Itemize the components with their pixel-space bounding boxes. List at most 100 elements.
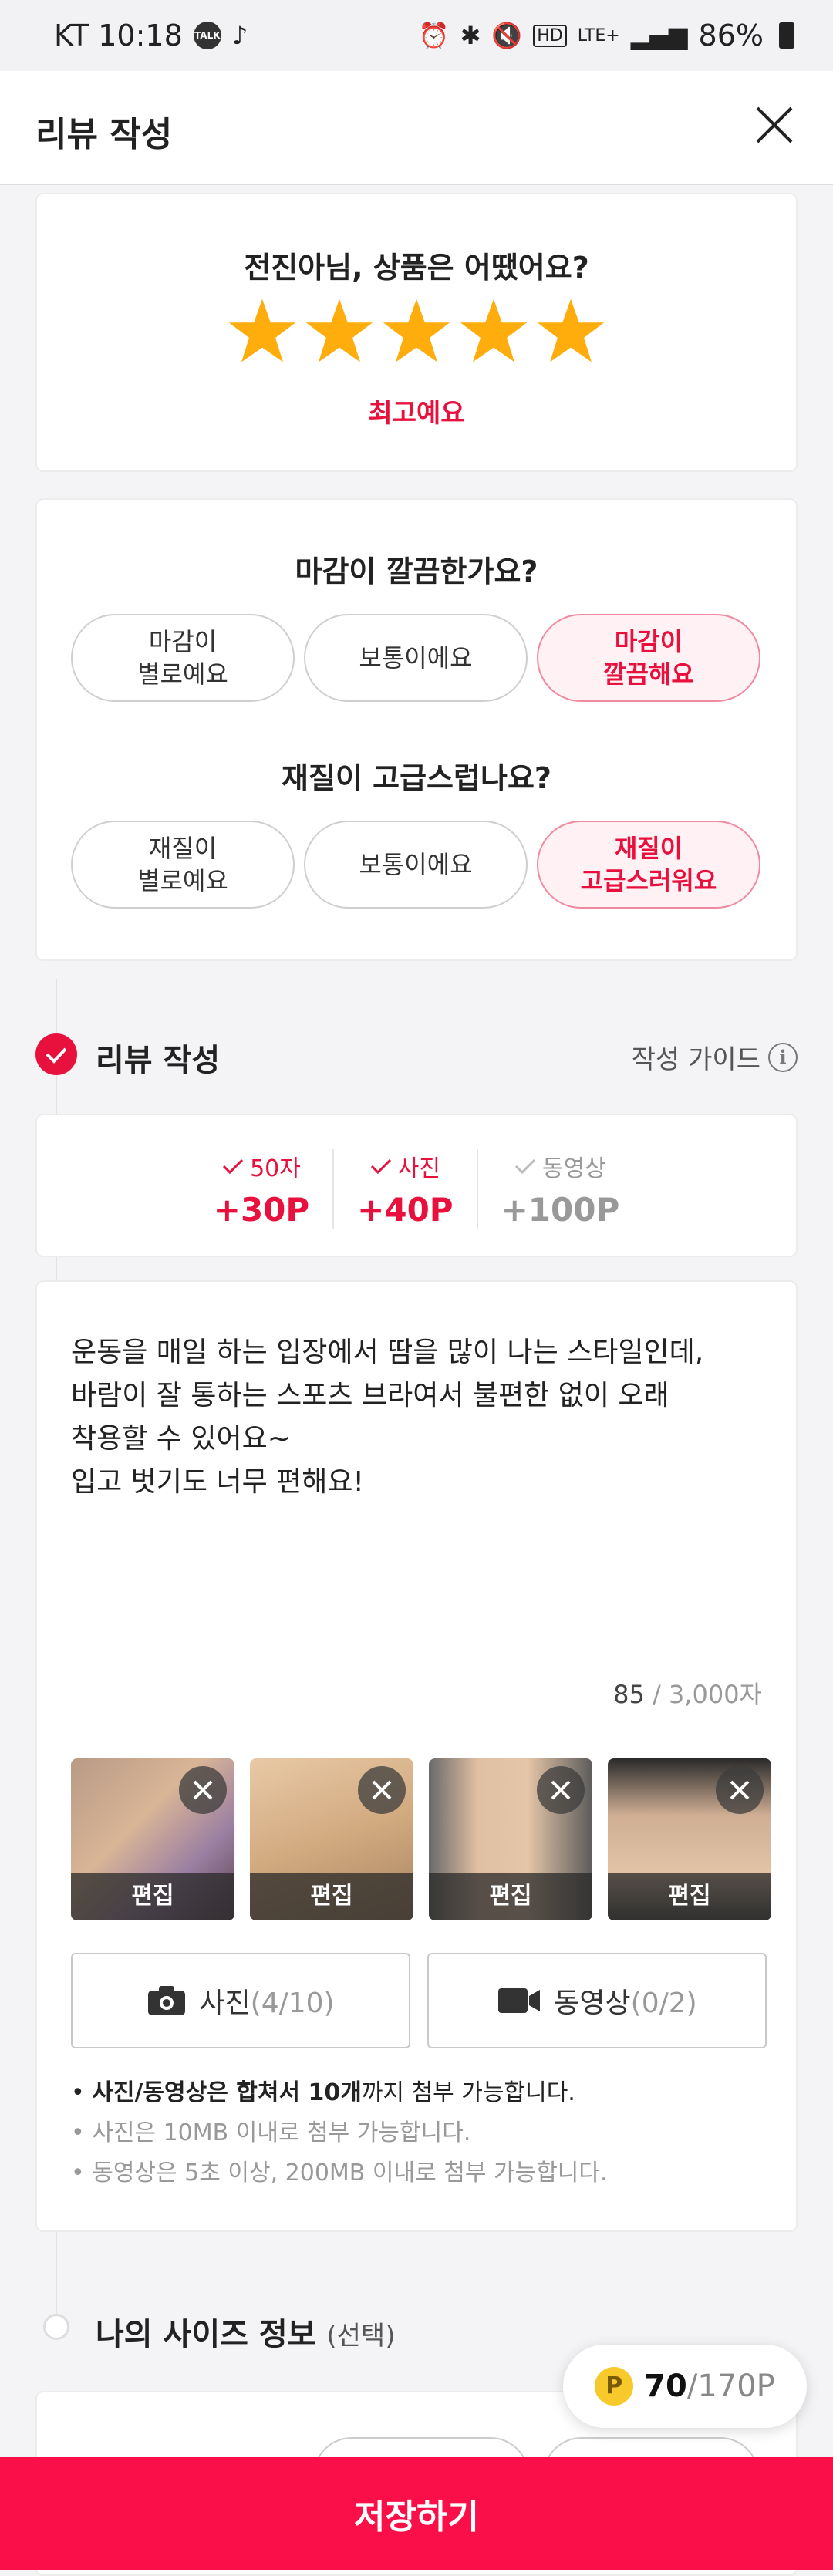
section-check-icon	[35, 1033, 77, 1075]
size-section-title: 나의 사이즈 정보	[96, 2317, 316, 2352]
note-line-1-bold: 사진/동영상은 합쳐서 10개	[92, 2079, 362, 2106]
delete-photo-button[interactable]	[537, 1766, 585, 1814]
delete-photo-button[interactable]	[716, 1766, 764, 1814]
material-options: 재질이 별로예요 보통이에요 재질이 고급스러워요	[71, 821, 760, 909]
close-icon	[730, 1780, 750, 1800]
review-write-card: 운동을 매일 하는 입장에서 땀을 많이 나는 스타일인데, 바람이 잘 통하는…	[35, 1280, 798, 2232]
signal-icon: ▂▄▆	[630, 21, 688, 50]
finish-options: 마감이 별로예요 보통이에요 마감이 깔끔해요	[71, 614, 760, 702]
battery-icon	[779, 22, 794, 49]
photo-thumbnail[interactable]: 편집	[429, 1758, 592, 1920]
battery-percent: 86%	[698, 19, 764, 52]
photo-thumbnail[interactable]: 편집	[608, 1758, 771, 1920]
info-icon: i	[768, 1042, 798, 1072]
status-bar: KT 10:18 TALK ♪ ⏰ ✱ 🔇 HD LTE+ ▂▄▆ 86%	[0, 0, 833, 71]
reward-points: +40P	[357, 1191, 454, 1229]
reward-photo: 사진 +40P	[332, 1149, 476, 1229]
points-coin-icon: P	[595, 2367, 634, 2406]
star-icon[interactable]	[228, 296, 297, 366]
hd-icon: HD	[533, 24, 567, 47]
close-icon	[551, 1780, 571, 1800]
reward-video: 동영상 +100P	[476, 1149, 643, 1229]
writing-guide-label: 작성 가이드	[631, 1044, 760, 1075]
media-buttons: 사진(4/10) 동영상(0/2)	[71, 1953, 767, 2048]
delete-photo-button[interactable]	[179, 1766, 227, 1814]
delete-photo-button[interactable]	[358, 1766, 406, 1814]
writing-guide-link[interactable]: 작성 가이드 i	[632, 1038, 798, 1076]
note-line-1-rest: 까지 첨부 가능합니다.	[361, 2079, 575, 2106]
material-option-good[interactable]: 재질이 고급스러워요	[537, 821, 760, 909]
add-photo-label: 사진	[199, 1988, 251, 2019]
video-camera-icon	[498, 1988, 541, 2013]
carrier-time: KT 10:18	[54, 19, 183, 52]
star-icon[interactable]	[536, 296, 605, 366]
app-notification-icon: ♪	[231, 21, 248, 50]
mute-icon: 🔇	[491, 21, 523, 50]
rating-question: 전진아님, 상품은 어땠어요?	[244, 251, 589, 285]
points-indicator[interactable]: P 70/170P	[563, 2345, 807, 2428]
close-icon	[193, 1780, 213, 1800]
photo-thumbnails: 편집 편집 편집 편집	[71, 1758, 771, 1920]
char-count-max: / 3,000자	[644, 1680, 762, 1709]
section-step-icon	[43, 2314, 69, 2340]
char-count: 85 / 3,000자	[613, 1675, 762, 1711]
check-icon	[223, 1158, 244, 1174]
star-icon[interactable]	[305, 296, 374, 366]
note-line-2-text: 사진은 10MB 이내로 첨부 가능합니다.	[92, 2119, 471, 2146]
finish-option-normal[interactable]: 보통이에요	[304, 614, 528, 702]
attachment-notes: • 사진/동영상은 합쳐서 10개까지 첨부 가능합니다. • 사진은 10MB…	[71, 2073, 608, 2193]
close-icon	[372, 1780, 392, 1800]
edit-photo-button[interactable]: 편집	[71, 1873, 234, 1920]
material-option-bad[interactable]: 재질이 별로예요	[71, 821, 295, 909]
finish-option-good[interactable]: 마감이 깔끔해요	[537, 614, 760, 702]
review-textarea[interactable]: 운동을 매일 하는 입장에서 땀을 많이 나는 스타일인데, 바람이 잘 통하는…	[71, 1331, 765, 1504]
star-rating[interactable]	[37, 296, 796, 366]
finish-option-bad[interactable]: 마감이 별로예요	[71, 614, 295, 702]
bluetooth-icon: ✱	[460, 21, 481, 50]
add-video-button[interactable]: 동영상(0/2)	[427, 1953, 767, 2048]
edit-photo-button[interactable]: 편집	[608, 1873, 771, 1920]
review-section-title: 리뷰 작성	[96, 1043, 221, 1078]
photo-thumbnail[interactable]: 편집	[71, 1758, 234, 1920]
survey-question-material: 재질이 고급스럽나요?	[282, 761, 551, 795]
app-header: 리뷰 작성	[0, 71, 833, 185]
close-icon	[756, 106, 793, 143]
reward-label: 50자	[250, 1155, 301, 1182]
note-line-3-text: 동영상은 5초 이상, 200MB 이내로 첨부 가능합니다.	[92, 2160, 608, 2187]
save-button[interactable]: 저장하기	[0, 2457, 833, 2570]
rating-card: 전진아님, 상품은 어땠어요? 최고예요	[35, 193, 798, 472]
material-option-normal[interactable]: 보통이에요	[304, 821, 528, 909]
points-max: /170P	[686, 2369, 775, 2404]
video-count: (0/2)	[630, 1988, 697, 2019]
reward-card: 50자 +30P 사진 +40P 동영상 +100P	[35, 1114, 798, 1257]
reward-text: 50자 +30P	[191, 1149, 332, 1229]
check-icon	[514, 1158, 536, 1174]
close-button[interactable]	[751, 102, 798, 148]
alarm-icon: ⏰	[418, 21, 450, 50]
star-icon[interactable]	[382, 296, 451, 366]
note-line-3: • 동영상은 5초 이상, 200MB 이내로 첨부 가능합니다.	[71, 2160, 608, 2187]
review-section-header: 리뷰 작성 작성 가이드 i	[35, 1030, 798, 1078]
reward-points: +30P	[213, 1191, 310, 1229]
reward-label: 동영상	[542, 1155, 606, 1182]
edit-photo-button[interactable]: 편집	[429, 1873, 592, 1920]
photo-count: (4/10)	[250, 1988, 335, 2019]
optional-tag: (선택)	[326, 2321, 396, 2352]
note-line-1: • 사진/동영상은 합쳐서 10개까지 첨부 가능합니다.	[71, 2079, 575, 2106]
check-icon	[370, 1158, 391, 1174]
star-icon[interactable]	[459, 296, 528, 366]
add-photo-button[interactable]: 사진(4/10)	[71, 1953, 410, 2048]
rating-label: 최고예요	[368, 398, 465, 429]
reward-points: +100P	[501, 1191, 620, 1229]
network-type: LTE+	[577, 25, 620, 46]
reward-label: 사진	[397, 1155, 440, 1182]
edit-photo-button[interactable]: 편집	[250, 1873, 413, 1920]
points-current: 70	[644, 2369, 687, 2404]
add-video-label: 동영상	[554, 1988, 631, 2019]
page-title: 리뷰 작성	[35, 115, 173, 154]
talk-notification-icon: TALK	[193, 22, 221, 49]
survey-question-finish: 마감이 깔끔한가요?	[295, 555, 538, 588]
photo-thumbnail[interactable]: 편집	[250, 1758, 413, 1920]
note-line-2: • 사진은 10MB 이내로 첨부 가능합니다.	[71, 2119, 471, 2146]
camera-icon	[148, 1986, 186, 2015]
